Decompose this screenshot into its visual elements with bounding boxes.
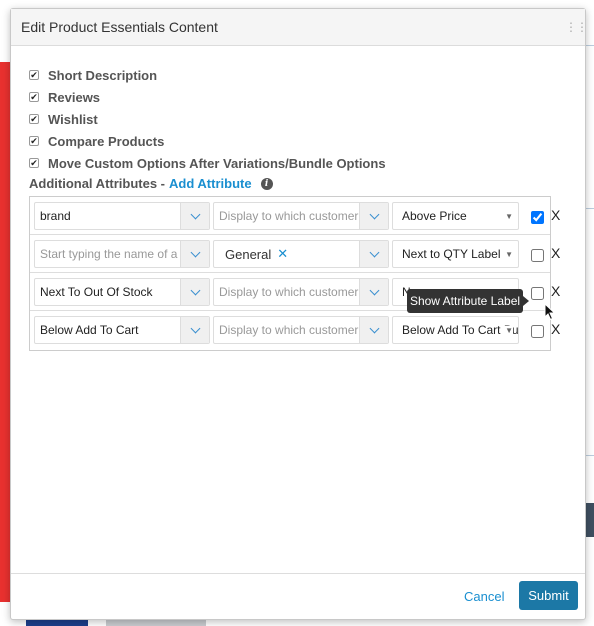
- option-label: Move Custom Options After Variations/Bun…: [48, 155, 386, 171]
- show-label-checkbox[interactable]: [531, 325, 544, 338]
- customer-group-select[interactable]: General ✕: [213, 240, 389, 268]
- attribute-select[interactable]: Below Add To Cart: [34, 316, 210, 344]
- attributes-table: brand Display to which customer Above Pr…: [29, 196, 560, 351]
- position-value: Next to QTY Label: [402, 247, 501, 261]
- show-attribute-label-tooltip: Show Attribute Label: [407, 289, 529, 313]
- chevron-down-icon[interactable]: [359, 279, 388, 305]
- option-short-description[interactable]: ✔ Short Description: [29, 64, 386, 86]
- caret-down-icon: ▼: [503, 250, 513, 259]
- additional-attributes-heading: Additional Attributes - Add Attribute i: [29, 176, 273, 191]
- attribute-select[interactable]: brand: [34, 202, 210, 230]
- option-compare-products[interactable]: ✔ Compare Products: [29, 130, 386, 152]
- chevron-down-icon[interactable]: [180, 241, 209, 267]
- attribute-search-input[interactable]: Start typing the name of a: [34, 240, 210, 268]
- show-label-checkbox[interactable]: [531, 249, 544, 262]
- cancel-button[interactable]: Cancel: [464, 589, 504, 604]
- show-label-checkbox[interactable]: [531, 211, 544, 224]
- customer-group-placeholder: Display to which customer: [219, 209, 359, 223]
- customer-group-select[interactable]: Display to which customer: [213, 202, 389, 230]
- customer-group-placeholder: Display to which customer: [219, 285, 359, 299]
- chevron-down-icon[interactable]: [180, 279, 209, 305]
- option-reviews[interactable]: ✔ Reviews: [29, 86, 386, 108]
- modal-title: Edit Product Essentials Content: [21, 19, 218, 35]
- additional-attributes-label: Additional Attributes -: [29, 176, 166, 191]
- option-move-custom-options[interactable]: ✔ Move Custom Options After Variations/B…: [29, 152, 386, 174]
- checkbox-checked-icon[interactable]: ✔: [29, 70, 39, 80]
- chevron-down-icon[interactable]: [180, 317, 209, 343]
- option-label: Wishlist: [48, 111, 98, 127]
- remove-row-button[interactable]: X: [551, 321, 560, 337]
- attribute-value: brand: [40, 209, 71, 223]
- mouse-cursor-icon: [544, 303, 556, 321]
- option-label: Short Description: [48, 67, 158, 83]
- edit-product-essentials-modal: Edit Product Essentials Content ⋮⋮ ✔ Sho…: [10, 8, 588, 620]
- attribute-value: Below Add To Cart: [40, 323, 139, 337]
- remove-row-button[interactable]: X: [551, 207, 560, 223]
- info-icon[interactable]: i: [260, 177, 273, 190]
- chevron-down-icon[interactable]: [359, 203, 388, 229]
- customer-group-select[interactable]: Display to which customer: [213, 278, 389, 306]
- customer-group-tag: General ✕: [219, 246, 288, 262]
- option-wishlist[interactable]: ✔ Wishlist: [29, 108, 386, 130]
- position-select[interactable]: Above Price ▼: [392, 202, 519, 230]
- attribute-value: Next To Out Of Stock: [40, 285, 153, 299]
- attribute-placeholder: Start typing the name of a: [40, 247, 178, 261]
- position-select[interactable]: Next to QTY Label ▼: [392, 240, 519, 268]
- caret-down-icon: ▼: [503, 212, 513, 221]
- attribute-row: Below Add To Cart Display to which custo…: [30, 311, 560, 349]
- checkbox-checked-icon[interactable]: ✔: [29, 114, 39, 124]
- tag-label: General: [225, 246, 272, 262]
- submit-button[interactable]: Submit: [519, 581, 578, 610]
- remove-row-button[interactable]: X: [551, 245, 560, 261]
- chevron-down-icon[interactable]: [180, 203, 209, 229]
- drag-handle-icon[interactable]: ⋮⋮: [565, 21, 588, 33]
- checkbox-checked-icon[interactable]: ✔: [29, 136, 39, 146]
- checkbox-checked-icon[interactable]: ✔: [29, 92, 39, 102]
- customer-group-tags: General ✕: [214, 246, 359, 262]
- options-list: ✔ Short Description ✔ Reviews ✔ Wishlist…: [29, 64, 386, 174]
- show-label-checkbox[interactable]: [531, 287, 544, 300]
- remove-row-button[interactable]: X: [551, 283, 560, 299]
- checkbox-checked-icon[interactable]: ✔: [29, 158, 39, 168]
- caret-down-icon: ▼: [503, 326, 513, 335]
- position-value: Below Add To Cart Bu: [402, 323, 519, 337]
- position-select[interactable]: Below Add To Cart Bu ▼: [392, 316, 519, 344]
- chevron-down-icon[interactable]: [359, 241, 388, 267]
- remove-tag-icon[interactable]: ✕: [277, 246, 288, 262]
- customer-group-select[interactable]: Display to which customer: [213, 316, 389, 344]
- attribute-select[interactable]: Next To Out Of Stock: [34, 278, 210, 306]
- modal-footer: Cancel Submit: [11, 573, 585, 619]
- position-value: Above Price: [402, 209, 467, 223]
- attribute-row: brand Display to which customer Above Pr…: [30, 197, 560, 235]
- option-label: Reviews: [48, 89, 101, 105]
- chevron-down-icon[interactable]: [359, 317, 388, 343]
- option-label: Compare Products: [48, 133, 165, 149]
- add-attribute-link[interactable]: Add Attribute: [169, 176, 252, 191]
- attribute-row: Start typing the name of a General ✕ Nex…: [30, 235, 560, 273]
- modal-header[interactable]: Edit Product Essentials Content ⋮⋮: [11, 9, 588, 46]
- customer-group-placeholder: Display to which customer: [219, 323, 359, 337]
